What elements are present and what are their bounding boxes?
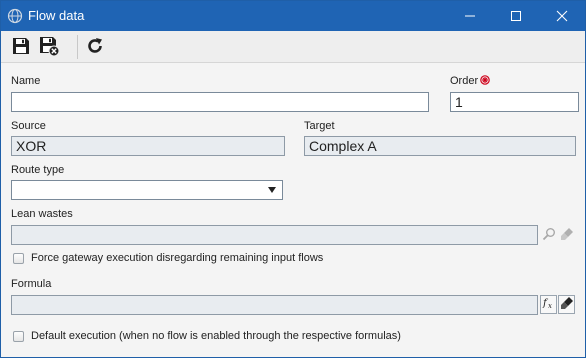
refresh-icon <box>85 36 105 59</box>
toolbar <box>1 31 585 63</box>
source-field: XOR <box>11 136 285 156</box>
target-label: Target <box>304 120 335 132</box>
flow-data-window: Flow data Name Order 1 Source XOR Target… <box>0 0 586 358</box>
close-button[interactable] <box>539 1 585 31</box>
lean-wastes-label: Lean wastes <box>11 208 73 220</box>
toolbar-separator <box>77 35 78 59</box>
search-icon <box>542 227 556 244</box>
force-gateway-checkbox[interactable] <box>13 253 24 264</box>
required-icon <box>480 75 490 85</box>
name-input[interactable] <box>11 92 429 112</box>
source-label: Source <box>11 120 46 132</box>
eraser-icon <box>560 296 574 313</box>
route-type-label: Route type <box>11 164 65 176</box>
order-label-wrap: Order <box>450 75 490 87</box>
default-execution-checkbox[interactable] <box>13 331 24 342</box>
window-title: Flow data <box>28 8 85 23</box>
target-field: Complex A <box>304 136 576 156</box>
route-type-select[interactable] <box>11 180 283 200</box>
order-input[interactable]: 1 <box>450 92 579 112</box>
dropdown-arrow-icon <box>268 187 276 193</box>
lean-wastes-field <box>11 225 538 245</box>
save-icon <box>11 36 31 59</box>
default-execution-label: Default execution (when no flow is enabl… <box>31 330 401 342</box>
minimize-button[interactable] <box>447 1 493 31</box>
formula-clear-button[interactable] <box>558 295 575 314</box>
save-button[interactable] <box>9 35 33 59</box>
force-gateway-label: Force gateway execution disregarding rem… <box>31 252 324 264</box>
maximize-button[interactable] <box>493 1 539 31</box>
globe-icon <box>7 8 23 24</box>
lean-wastes-clear-button[interactable] <box>558 226 576 244</box>
formula-label: Formula <box>11 278 52 290</box>
lean-wastes-search-button[interactable] <box>540 226 558 244</box>
save-and-close-button[interactable] <box>37 35 61 59</box>
refresh-button[interactable] <box>83 35 107 59</box>
svg-text:x: x <box>548 302 552 310</box>
save-and-close-icon <box>38 35 60 60</box>
maximize-icon <box>510 10 522 22</box>
function-icon: fx <box>542 296 556 313</box>
name-label: Name <box>11 75 41 87</box>
close-icon <box>556 10 568 22</box>
formula-field <box>11 295 538 315</box>
order-label: Order <box>450 75 479 87</box>
minimize-icon <box>464 10 476 22</box>
formula-editor-button[interactable]: fx <box>540 295 557 314</box>
eraser-icon <box>560 227 574 244</box>
title-bar: Flow data <box>1 1 585 31</box>
